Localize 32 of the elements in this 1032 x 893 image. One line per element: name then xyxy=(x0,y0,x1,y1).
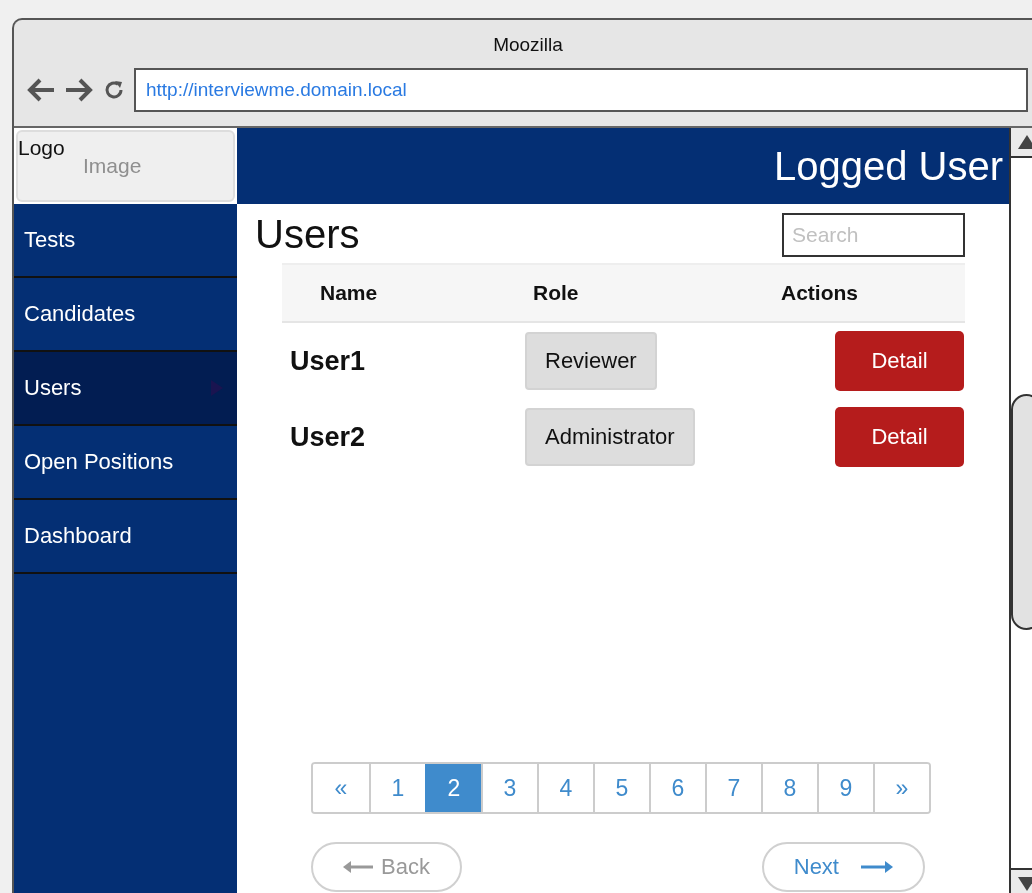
sidebar-label: Dashboard xyxy=(24,523,132,549)
left-arrow-icon xyxy=(343,861,373,873)
column-header: Name xyxy=(319,281,379,305)
role-tag: Administrator xyxy=(525,408,695,466)
next-button[interactable]: Next xyxy=(761,842,925,892)
user-name: User1 xyxy=(289,345,367,377)
down-arrow-icon[interactable] xyxy=(1017,877,1032,891)
search-field[interactable]: Search xyxy=(782,212,965,257)
right-arrow-icon xyxy=(861,861,893,873)
forward-arrow-icon[interactable] xyxy=(64,77,94,103)
address-field[interactable]: http://interviewme.domain.local xyxy=(134,68,1028,112)
role-tag: Reviewer xyxy=(525,332,657,390)
page-title: Users xyxy=(255,212,360,257)
sidebar-label: Users xyxy=(24,375,82,401)
sidebar-item[interactable]: Users xyxy=(14,352,237,426)
column-header: Actions xyxy=(780,281,859,305)
sidebar-label: Open Positions xyxy=(24,449,174,475)
triangle-icon xyxy=(211,380,223,396)
user-name: User2 xyxy=(289,421,367,453)
column-header: Role xyxy=(532,281,580,305)
page-button[interactable]: 2 xyxy=(425,764,481,812)
window-title: Moozilla xyxy=(492,33,564,57)
sidebar-label: Tests xyxy=(24,227,76,253)
logo-text: Image xyxy=(83,154,142,178)
detail-button[interactable]: Detail xyxy=(835,407,964,467)
back-arrow-icon[interactable] xyxy=(26,77,56,103)
sidebar-label: Candidates xyxy=(24,301,136,327)
logged-user: Logged User xyxy=(773,143,1003,189)
page-button[interactable]: » xyxy=(873,764,929,812)
detail-button[interactable]: Detail xyxy=(835,331,964,391)
logo-text: Logo xyxy=(18,136,65,160)
up-arrow-icon[interactable] xyxy=(1017,135,1032,149)
